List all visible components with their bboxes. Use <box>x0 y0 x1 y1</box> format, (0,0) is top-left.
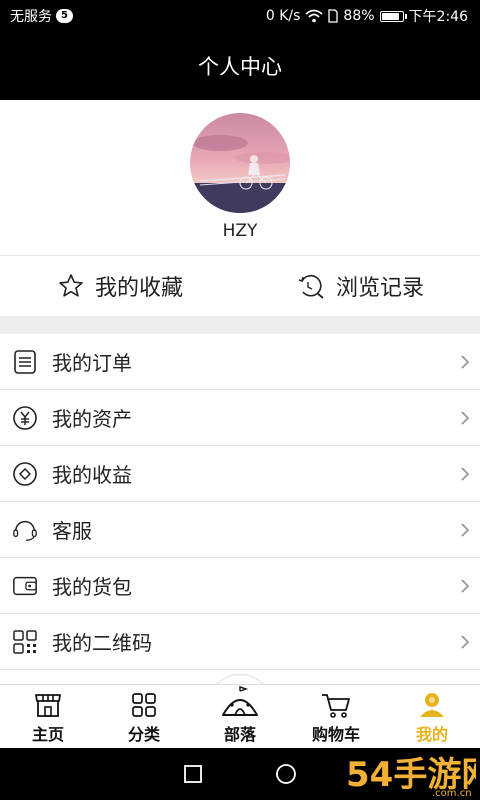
menu-item-assets[interactable]: 我的资产 <box>0 390 480 446</box>
menu-item-label: 客服 <box>52 519 92 543</box>
sim-icon <box>328 9 339 23</box>
store-icon <box>35 694 61 717</box>
yuan-icon <box>13 405 37 430</box>
chevron-right-icon <box>461 634 470 649</box>
menu-item-label: 我的资产 <box>52 407 132 431</box>
recent-apps-icon[interactable] <box>182 763 204 785</box>
avatar[interactable] <box>190 113 290 213</box>
bottom-nav: 主页 分类 部落 购物车 我的 <box>0 684 480 748</box>
tent-icon <box>222 686 258 716</box>
tab-cart[interactable]: 购物车 <box>288 685 384 748</box>
notification-badge: 5 <box>56 9 73 23</box>
chevron-right-icon <box>461 466 470 481</box>
menu-item-label: 我的货包 <box>52 575 132 599</box>
username: HZY <box>222 221 258 241</box>
section-divider <box>0 316 480 334</box>
favorites-label: 我的收藏 <box>94 276 183 301</box>
clock-text: 下午2:46 <box>408 9 468 25</box>
menu-list: 我的订单 我的资产 我的收益 客服 我的货包 我的二维码 <box>0 334 480 670</box>
grid-icon <box>132 693 156 717</box>
history-label: 浏览记录 <box>335 276 424 301</box>
tab-mine[interactable]: 我的 <box>384 685 480 748</box>
profile-section: HZY <box>0 100 480 256</box>
carrier-text: 无服务 <box>10 9 52 25</box>
page-title: 个人中心 <box>198 55 282 79</box>
tab-home[interactable]: 主页 <box>0 685 96 748</box>
tab-label: 主页 <box>31 725 64 744</box>
menu-item-label: 我的订单 <box>52 351 132 375</box>
chevron-right-icon <box>461 410 470 425</box>
menu-item-qrcode[interactable]: 我的二维码 <box>0 614 480 670</box>
watermark-logo: 54手游网 .com.cn <box>346 755 476 798</box>
history-button[interactable]: 浏览记录 <box>240 256 480 316</box>
user-icon <box>420 693 444 717</box>
menu-item-label: 我的收益 <box>52 463 132 487</box>
tab-label: 我的 <box>415 725 448 744</box>
tab-tribe[interactable]: 部落 <box>192 685 288 748</box>
chevron-right-icon <box>461 522 470 537</box>
headset-icon <box>13 520 37 541</box>
cart-icon <box>322 694 350 718</box>
battery-icon <box>379 10 407 22</box>
qrcode-icon <box>13 629 37 654</box>
menu-item-orders[interactable]: 我的订单 <box>0 334 480 390</box>
network-speed-text: 0 K/s <box>265 8 301 24</box>
wifi-icon <box>305 9 324 23</box>
watermark-sub: .com.cn <box>432 788 472 798</box>
wallet-icon <box>13 576 37 595</box>
star-icon <box>59 274 83 297</box>
menu-item-earnings[interactable]: 我的收益 <box>0 446 480 502</box>
chevron-right-icon <box>461 578 470 593</box>
tab-label: 分类 <box>127 725 160 744</box>
quick-links: 我的收藏 浏览记录 <box>0 256 480 316</box>
tab-category[interactable]: 分类 <box>96 685 192 748</box>
menu-item-label: 我的二维码 <box>52 631 152 655</box>
chevron-right-icon <box>461 354 470 369</box>
avatar-image <box>190 113 290 213</box>
status-bar: 无服务 5 0 K/s 88% 下午2:46 <box>0 0 480 32</box>
history-icon <box>298 274 324 299</box>
page-header: 个人中心 <box>0 32 480 100</box>
tab-label: 购物车 <box>311 725 360 744</box>
tab-label: 部落 <box>223 725 256 744</box>
coin-icon <box>13 461 37 486</box>
battery-percent-text: 88% <box>343 8 375 24</box>
menu-item-wallet[interactable]: 我的货包 <box>0 558 480 614</box>
home-circle-icon[interactable] <box>274 762 298 786</box>
order-list-icon <box>14 349 36 374</box>
menu-item-customer-service[interactable]: 客服 <box>0 502 480 558</box>
favorites-button[interactable]: 我的收藏 <box>0 256 240 316</box>
battery-fill <box>381 12 399 20</box>
